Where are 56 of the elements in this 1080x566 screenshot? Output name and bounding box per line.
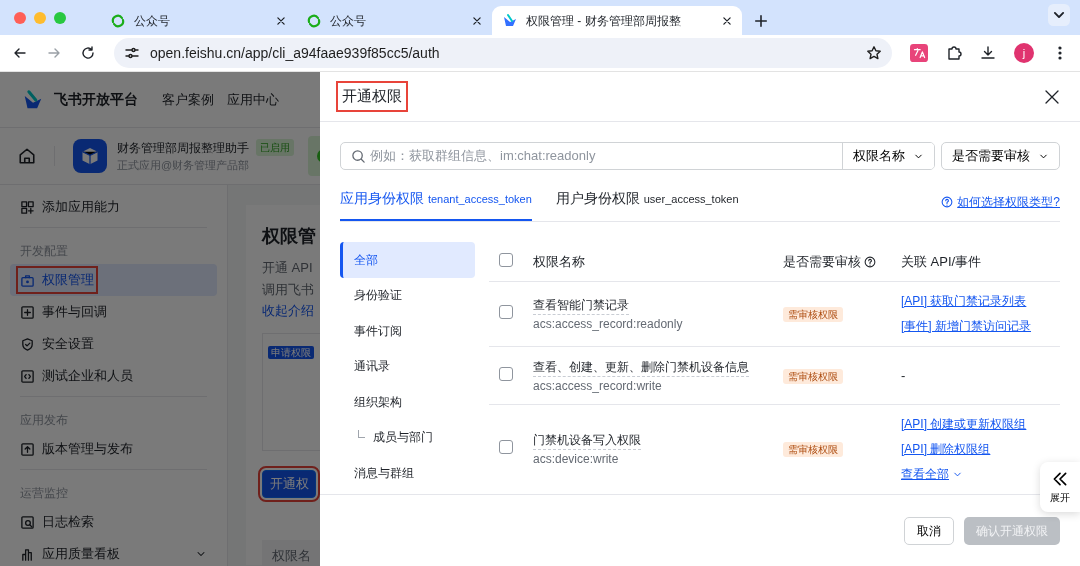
page-title: 权限管 — [262, 225, 317, 248]
app-name: 财务管理部周报整理助手 — [117, 139, 249, 157]
review-tag: 需审核权限 — [783, 368, 843, 384]
column-header: 关联 API/事件 — [901, 253, 982, 269]
sidebar-item[interactable]: 版本管理与发布 — [10, 433, 217, 465]
review-tag: 需审核权限 — [783, 307, 843, 323]
permission-scope: acs:access_record:readonly — [533, 316, 684, 333]
column-header: 是否需要审核 — [783, 252, 861, 271]
api-link[interactable]: [事件] 新增门禁访问记录 — [901, 314, 1060, 339]
sidebar-item[interactable]: 日志检索 — [10, 506, 217, 538]
address-bar[interactable]: open.feishu.cn/app/cli_a94faae939f85cc5/auth — [114, 38, 892, 68]
search-field[interactable]: 例如：获取群组信息、im:chat:readonly 权限名称 — [340, 142, 935, 170]
sidebar-item[interactable]: 添加应用能力 — [10, 191, 217, 223]
avatar[interactable]: j — [1014, 43, 1034, 63]
api-link[interactable]: [API] 获取门禁记录列表 — [901, 289, 1060, 314]
browser-tab[interactable]: 公众号 — [100, 6, 296, 35]
filter-dropdown[interactable]: 是否需要审核 — [941, 142, 1060, 170]
permission-badge: 申请权限 — [268, 345, 314, 359]
category-item[interactable]: 身份验证 — [340, 277, 475, 313]
expand-button[interactable]: 展开 — [1040, 462, 1080, 512]
permission-scope: acs:access_record:write — [533, 377, 663, 395]
tab[interactable]: 应用身份权限 tenant_access_token — [340, 188, 532, 221]
api-link[interactable]: [API] 删除权限组 — [901, 436, 1060, 462]
category-item[interactable]: 消息与群组 — [340, 455, 475, 491]
permission-scope: acs:device:write — [533, 451, 620, 468]
collapse-link[interactable]: 收起介绍 — [262, 301, 314, 321]
permission-name: 门禁机设备写入权限 — [533, 431, 641, 450]
view-all-link[interactable]: 查看全部 — [901, 461, 964, 487]
url-text: open.feishu.cn/app/cli_a94faae939f85cc5/auth — [150, 43, 441, 63]
category-item[interactable]: 全部 — [340, 242, 475, 278]
description-text: 开通 API — [262, 259, 313, 277]
permission-name: 查看智能门禁记录 — [533, 296, 629, 315]
help-link[interactable]: 如何选择权限类型? — [941, 193, 1060, 221]
tab[interactable]: 用户身份权限 user_access_token — [555, 188, 739, 221]
category-item[interactable]: 组织架构 — [340, 384, 475, 420]
column-header: 权限名称 — [533, 252, 586, 271]
permission-name: 查看、创建、更新、删除门禁机设备信息 — [533, 357, 749, 377]
category-item[interactable]: 事件订阅 — [340, 313, 475, 349]
category-item[interactable]: 成员与部门 — [340, 419, 475, 455]
status-badge: 已启用 — [255, 139, 294, 157]
browser-tab[interactable]: 权限管理 - 财务管理部周报整 — [492, 6, 742, 35]
sidebar-item[interactable]: 应用质量看板 — [10, 538, 217, 566]
sidebar-item[interactable]: 测试企业和人员 — [10, 360, 217, 392]
sidebar-item[interactable]: 安全设置 — [10, 328, 217, 360]
api-link[interactable]: [API] 创建或更新权限组 — [901, 411, 1060, 437]
category-item[interactable]: 通讯录 — [340, 348, 475, 384]
logo-text: 飞书开放平台 — [54, 90, 138, 109]
description-text: 调用飞书 — [262, 280, 314, 299]
empty-value: - — [901, 367, 906, 383]
filter-dropdown[interactable]: 权限名称 — [842, 143, 934, 169]
review-tag: 需审核权限 — [783, 442, 843, 458]
nav-link[interactable]: 应用中心 — [227, 89, 280, 110]
cancel-button[interactable]: 取消 — [904, 516, 954, 545]
nav-link[interactable]: 客户案例 — [162, 89, 214, 110]
browser-tab[interactable]: 公众号 — [296, 6, 492, 35]
sidebar-item[interactable]: 事件与回调 — [10, 296, 217, 328]
